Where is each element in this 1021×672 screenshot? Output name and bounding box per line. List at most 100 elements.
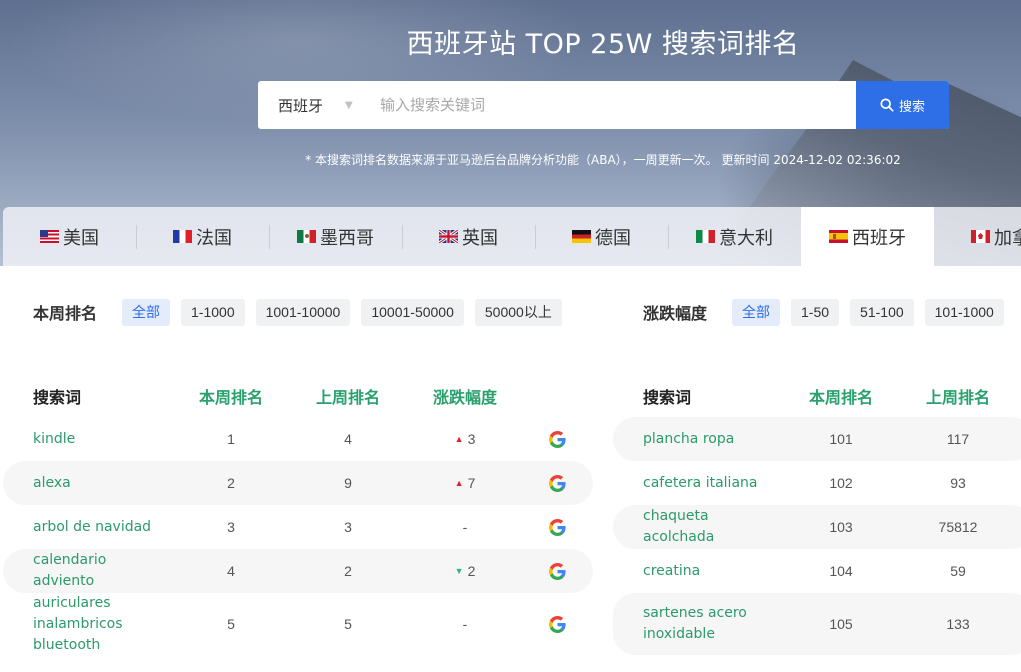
ca-flag-icon xyxy=(971,230,990,243)
header-last-week: 上周排名 xyxy=(315,388,380,407)
keyword-link[interactable]: calendario adviento xyxy=(3,550,171,592)
tab-fr[interactable]: 法国 xyxy=(136,207,269,266)
rank-change-value: 2 xyxy=(467,563,476,579)
header-change: 涨跌幅度 xyxy=(432,388,497,407)
tab-de[interactable]: 德国 xyxy=(535,207,668,266)
this-week-rank: 103 xyxy=(829,519,853,535)
this-week-rank: 104 xyxy=(829,563,853,579)
change-chip-all[interactable]: 全部 xyxy=(732,298,781,326)
us-flag-icon xyxy=(40,230,59,243)
table-row: calendario adviento 4 2 ▼ 2 xyxy=(3,549,593,593)
table-row: plancha ropa 101 117 xyxy=(613,417,1021,461)
keyword-link[interactable]: auriculares inalambricos bluetooth xyxy=(3,593,171,656)
table-row: chaqueta acolchada 103 75812 xyxy=(613,505,1021,549)
last-week-rank: 59 xyxy=(950,563,966,579)
google-search-button[interactable] xyxy=(525,615,589,633)
keyword-link[interactable]: chaqueta acolchada xyxy=(613,506,781,548)
fr-flag-icon xyxy=(173,230,192,243)
rank-filter-label: 本周排名 xyxy=(33,304,98,323)
rank-chip-1-1000[interactable]: 1-1000 xyxy=(181,298,245,326)
keyword-link[interactable]: alexa xyxy=(3,473,171,494)
market-tabs: 美国 法国 墨西哥 英国 德国 意大利 西班牙 加 xyxy=(3,207,1021,266)
table-row: sartenes acero inoxidable 105 133 xyxy=(613,593,1021,655)
header-this-week: 本周排名 xyxy=(808,388,873,407)
this-week-rank: 1 xyxy=(227,431,235,447)
header-keyword: 搜索词 xyxy=(33,388,82,407)
tab-gb[interactable]: 英国 xyxy=(402,207,535,266)
last-week-rank: 9 xyxy=(344,475,352,491)
it-flag-icon xyxy=(696,230,715,243)
google-search-button[interactable] xyxy=(525,430,589,448)
keyword-link[interactable]: arbol de navidad xyxy=(3,517,171,538)
this-week-rank: 105 xyxy=(829,616,853,632)
change-chip-1-50[interactable]: 1-50 xyxy=(791,298,840,326)
tab-label: 西班牙 xyxy=(852,227,906,249)
rank-change-value: - xyxy=(462,519,468,535)
this-week-rank: 2 xyxy=(227,475,235,491)
rank-change-value: - xyxy=(462,616,468,632)
tab-us[interactable]: 美国 xyxy=(3,207,136,266)
tab-es[interactable]: 西班牙 xyxy=(801,207,934,266)
rank-change: - xyxy=(405,616,525,632)
tab-label: 德国 xyxy=(595,227,631,249)
change-chip-101-1000[interactable]: 101-1000 xyxy=(924,298,1004,326)
search-button-label: 搜索 xyxy=(898,99,925,115)
rank-chip-1001-10000[interactable]: 1001-10000 xyxy=(255,298,351,326)
search-button[interactable]: 搜索 xyxy=(856,81,949,129)
table-row: kindle 1 4 ▲ 3 xyxy=(3,417,593,461)
this-week-rank: 3 xyxy=(227,519,235,535)
gb-flag-icon xyxy=(439,230,458,243)
tab-label: 墨西哥 xyxy=(320,227,374,249)
rank-change: ▼ 2 xyxy=(405,563,525,579)
mx-flag-icon xyxy=(297,230,316,243)
rank-chip-50000-plus[interactable]: 50000以上 xyxy=(474,298,562,326)
google-icon xyxy=(548,615,566,633)
last-week-rank: 133 xyxy=(946,616,970,632)
last-week-rank: 3 xyxy=(344,519,352,535)
this-week-rank: 4 xyxy=(227,563,235,579)
change-chip-51-100[interactable]: 51-100 xyxy=(850,298,914,326)
google-search-button[interactable] xyxy=(525,518,589,536)
last-week-rank: 117 xyxy=(946,431,970,447)
table-row: auriculares inalambricos bluetooth 5 5 - xyxy=(3,593,593,655)
rank-change: ▲ 7 xyxy=(405,475,525,491)
this-week-rank: 5 xyxy=(227,616,235,632)
arrow-down-icon: ▼ xyxy=(454,566,464,576)
last-week-rank: 5 xyxy=(344,616,352,632)
arrow-up-icon: ▲ xyxy=(454,434,464,444)
tab-label: 英国 xyxy=(462,227,498,249)
google-icon xyxy=(548,518,566,536)
table-row: arbol de navidad 3 3 - xyxy=(3,505,593,549)
rank-chip-10001-50000[interactable]: 10001-50000 xyxy=(361,298,464,326)
tab-mx[interactable]: 墨西哥 xyxy=(269,207,402,266)
keyword-link[interactable]: plancha ropa xyxy=(613,429,781,450)
caret-down-icon: ▼ xyxy=(345,99,353,111)
keyword-link[interactable]: kindle xyxy=(3,429,171,450)
change-filter: 涨跌幅度 全部 1-50 51-100 101-1000 xyxy=(643,298,1004,326)
de-flag-icon xyxy=(572,230,591,243)
table-header: 搜索词 本周排名 上周排名 涨跌幅度 xyxy=(3,375,593,417)
keyword-link[interactable]: sartenes acero inoxidable xyxy=(613,603,781,645)
header-this-week: 本周排名 xyxy=(198,388,263,407)
page-title: 西班牙站 TOP 25W 搜索词排名 xyxy=(406,29,800,60)
tab-ca[interactable]: 加拿 xyxy=(934,207,1021,266)
change-filter-label: 涨跌幅度 xyxy=(643,304,708,323)
google-icon xyxy=(548,562,566,580)
update-notice: * 本搜索词排名数据来源于亚马逊后台品牌分析功能（ABA），一周更新一次。 更新… xyxy=(305,153,901,167)
search-bar: 西班牙 ▼ 搜索 xyxy=(258,81,949,129)
rank-change-value: 3 xyxy=(467,431,476,447)
keyword-link[interactable]: cafetera italiana xyxy=(613,473,781,494)
rank-change: - xyxy=(405,519,525,535)
market-select[interactable]: 西班牙 ▼ xyxy=(258,81,368,129)
rank-chip-all[interactable]: 全部 xyxy=(122,298,171,326)
google-search-button[interactable] xyxy=(525,562,589,580)
search-input[interactable] xyxy=(368,81,856,129)
keyword-link[interactable]: creatina xyxy=(613,561,781,582)
google-search-button[interactable] xyxy=(525,474,589,492)
google-icon xyxy=(548,430,566,448)
market-select-value: 西班牙 xyxy=(278,96,324,115)
last-week-rank: 93 xyxy=(950,475,966,491)
tab-it[interactable]: 意大利 xyxy=(668,207,801,266)
last-week-rank: 4 xyxy=(344,431,352,447)
table-row: alexa 2 9 ▲ 7 xyxy=(3,461,593,505)
